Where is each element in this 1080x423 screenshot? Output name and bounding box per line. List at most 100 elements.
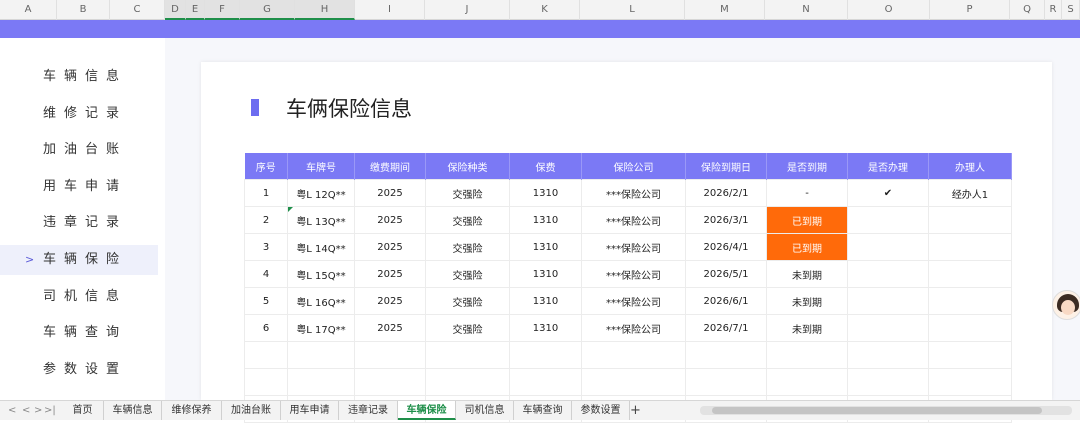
horizontal-scrollbar[interactable] [700, 406, 1072, 415]
column-header-j[interactable]: J [425, 0, 510, 20]
empty-cell[interactable] [766, 341, 848, 369]
empty-cell[interactable] [581, 368, 686, 396]
handled-check-cell[interactable] [847, 260, 929, 288]
sidebar-item-2[interactable]: 维修记录 [0, 99, 158, 129]
cell-type[interactable]: 交强险 [425, 314, 510, 342]
cell-handler[interactable] [928, 206, 1012, 234]
column-header-r[interactable]: R [1045, 0, 1062, 20]
cell-fee[interactable]: 1310 [509, 287, 582, 315]
cell-expired[interactable]: 已到期 [766, 233, 848, 261]
empty-cell[interactable] [685, 368, 767, 396]
cell-plate[interactable]: 粤L 16Q** [287, 287, 355, 315]
cell-expired[interactable]: 未到期 [766, 260, 848, 288]
sidebar-item-7[interactable]: 司机信息 [0, 282, 158, 312]
cell-period[interactable]: 2025 [354, 314, 426, 342]
empty-cell[interactable] [287, 368, 355, 396]
cell-period[interactable]: 2025 [354, 260, 426, 288]
column-header-g[interactable]: G [240, 0, 295, 20]
cell-period[interactable]: 2025 [354, 287, 426, 315]
sheet-nav-3-icon[interactable]: > [34, 401, 42, 421]
cell-company[interactable]: ***保险公司 [581, 206, 686, 234]
cell-handler[interactable] [928, 233, 1012, 261]
cell-type[interactable]: 交强险 [425, 179, 510, 207]
sidebar-item-9[interactable]: 参数设置 [0, 355, 158, 385]
cell-no[interactable]: 1 [244, 179, 288, 207]
empty-cell[interactable] [847, 368, 929, 396]
cell-expired[interactable]: 已到期 [766, 206, 848, 234]
cell-period[interactable]: 2025 [354, 206, 426, 234]
cell-handler[interactable] [928, 314, 1012, 342]
cell-handler[interactable]: 经办人1 [928, 179, 1012, 207]
sheet-nav-2-icon[interactable]: < [22, 401, 30, 421]
column-header-f[interactable]: F [205, 0, 240, 20]
column-header-s[interactable]: S [1062, 0, 1080, 20]
cell-fee[interactable]: 1310 [509, 179, 582, 207]
empty-cell[interactable] [509, 341, 582, 369]
empty-cell[interactable] [847, 341, 929, 369]
cell-expired[interactable]: 未到期 [766, 314, 848, 342]
cell-expired[interactable]: 未到期 [766, 287, 848, 315]
column-header-l[interactable]: L [580, 0, 685, 20]
sheet-tab-3[interactable]: 维修保养 [162, 401, 222, 420]
empty-cell[interactable] [244, 368, 288, 396]
handled-check-cell[interactable] [847, 206, 929, 234]
sidebar-item-1[interactable]: 车辆信息 [0, 62, 158, 92]
cell-plate[interactable]: 粤L 12Q** [287, 179, 355, 207]
column-header-c[interactable]: C [110, 0, 165, 20]
cell-no[interactable]: 6 [244, 314, 288, 342]
column-header-n[interactable]: N [765, 0, 848, 20]
empty-cell[interactable] [287, 341, 355, 369]
cell-due[interactable]: 2026/7/1 [685, 314, 767, 342]
column-header-i[interactable]: I [355, 0, 425, 20]
cell-plate[interactable]: 粤L 15Q** [287, 260, 355, 288]
cell-due[interactable]: 2026/3/1 [685, 206, 767, 234]
handled-check-cell[interactable]: ✔ [847, 179, 929, 207]
add-sheet-button[interactable]: + [630, 401, 641, 420]
cell-no[interactable]: 5 [244, 287, 288, 315]
empty-cell[interactable] [354, 368, 426, 396]
cell-period[interactable]: 2025 [354, 179, 426, 207]
cell-due[interactable]: 2026/4/1 [685, 233, 767, 261]
cell-type[interactable]: 交强险 [425, 260, 510, 288]
column-header-k[interactable]: K [510, 0, 580, 20]
cell-fee[interactable]: 1310 [509, 260, 582, 288]
cell-no[interactable]: 4 [244, 260, 288, 288]
cell-type[interactable]: 交强险 [425, 233, 510, 261]
cell-fee[interactable]: 1310 [509, 233, 582, 261]
empty-cell[interactable] [425, 341, 510, 369]
cell-no[interactable]: 2 [244, 206, 288, 234]
sheet-nav-4-icon[interactable]: >| [44, 401, 56, 421]
cell-due[interactable]: 2026/2/1 [685, 179, 767, 207]
sidebar-item-4[interactable]: 用车申请 [0, 172, 158, 202]
cell-fee[interactable]: 1310 [509, 314, 582, 342]
empty-cell[interactable] [244, 341, 288, 369]
sheet-tab-6[interactable]: 违章记录 [339, 401, 398, 420]
column-header-d[interactable]: D [165, 0, 186, 20]
handled-check-cell[interactable] [847, 233, 929, 261]
cell-fee[interactable]: 1310 [509, 206, 582, 234]
column-header-b[interactable]: B [57, 0, 110, 20]
cell-expired[interactable]: - [766, 179, 848, 207]
column-header-e[interactable]: E [186, 0, 205, 20]
sheet-tab-9[interactable]: 车辆查询 [514, 401, 572, 420]
empty-cell[interactable] [425, 368, 510, 396]
sheet-tab-1[interactable]: 首页 [62, 401, 104, 420]
cell-plate[interactable]: 粤L 14Q** [287, 233, 355, 261]
cell-company[interactable]: ***保险公司 [581, 314, 686, 342]
column-header-o[interactable]: O [848, 0, 930, 20]
sidebar-item-8[interactable]: 车辆查询 [0, 318, 158, 348]
sheet-nav-1-icon[interactable]: < [8, 401, 16, 421]
cell-company[interactable]: ***保险公司 [581, 179, 686, 207]
cell-due[interactable]: 2026/6/1 [685, 287, 767, 315]
sheet-tab-2[interactable]: 车辆信息 [104, 401, 162, 420]
column-header-q[interactable]: Q [1010, 0, 1045, 20]
empty-cell[interactable] [928, 368, 1012, 396]
assistant-avatar[interactable] [1052, 290, 1080, 320]
cell-due[interactable]: 2026/5/1 [685, 260, 767, 288]
column-header-m[interactable]: M [685, 0, 765, 20]
cell-company[interactable]: ***保险公司 [581, 233, 686, 261]
empty-cell[interactable] [928, 341, 1012, 369]
cell-handler[interactable] [928, 287, 1012, 315]
sidebar-item-3[interactable]: 加油台账 [0, 135, 158, 165]
cell-plate[interactable]: 粤L 13Q** [287, 206, 355, 234]
